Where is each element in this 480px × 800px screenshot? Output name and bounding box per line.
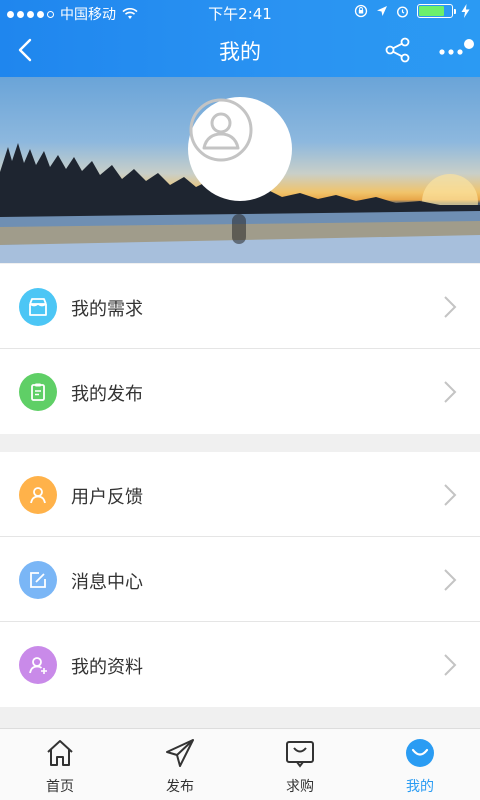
send-icon: [166, 739, 194, 767]
menu-item-feedback[interactable]: 用户反馈: [0, 452, 480, 537]
menu-item-label: 用户反馈: [71, 487, 143, 508]
menu-item-label: 我的需求: [71, 299, 143, 320]
location-icon: [377, 6, 387, 16]
clipboard-icon: [19, 373, 57, 411]
more-icon[interactable]: [436, 38, 476, 62]
avatar-handle: [232, 214, 246, 244]
shop-icon: [19, 288, 57, 326]
profile-header: [0, 77, 480, 263]
tab-buy-request[interactable]: 求购: [240, 729, 360, 800]
status-bar: 中国移动 下午2:41: [0, 0, 480, 24]
edit-icon: [19, 561, 57, 599]
person-icon: [19, 476, 57, 514]
orientation-lock-icon: [354, 4, 368, 18]
tab-label: 求购: [286, 779, 314, 795]
add-user-icon: [19, 646, 57, 684]
avatar[interactable]: [188, 97, 292, 201]
menu-item-my-needs[interactable]: 我的需求: [0, 264, 480, 349]
charging-icon: [461, 4, 470, 18]
face-icon: [406, 739, 434, 767]
menu-group-1: 我的需求 我的发布: [0, 264, 480, 434]
tab-label: 发布: [166, 779, 194, 795]
tab-label: 首页: [46, 779, 74, 795]
user-avatar-icon: [189, 98, 253, 162]
menu-item-messages[interactable]: 消息中心: [0, 537, 480, 622]
menu-item-label: 消息中心: [71, 572, 143, 593]
chevron-right-icon: [444, 381, 457, 403]
home-icon: [47, 740, 73, 766]
menu-item-label: 我的发布: [71, 384, 143, 405]
tab-label: 我的: [406, 779, 434, 795]
chevron-right-icon: [444, 569, 457, 591]
chevron-right-icon: [444, 296, 457, 318]
menu-item-my-posts[interactable]: 我的发布: [0, 349, 480, 434]
top-bar: 中国移动 下午2:41 我的: [0, 0, 480, 77]
tab-publish[interactable]: 发布: [120, 729, 240, 800]
menu-item-label: 我的资料: [71, 657, 143, 678]
share-icon[interactable]: [384, 36, 412, 64]
tab-home[interactable]: 首页: [0, 729, 120, 800]
nav-bar: 我的: [0, 24, 480, 77]
menu-item-my-profile[interactable]: 我的资料: [0, 622, 480, 707]
chevron-right-icon: [444, 654, 457, 676]
alarm-icon: [396, 5, 409, 18]
tab-mine[interactable]: 我的: [360, 729, 480, 800]
battery-icon: [417, 4, 456, 18]
chevron-right-icon: [444, 484, 457, 506]
tab-bar: 首页 发布 求购 我的: [0, 728, 480, 800]
menu-group-2: 用户反馈 消息中心 我的资料: [0, 452, 480, 707]
inbox-icon: [286, 741, 314, 768]
